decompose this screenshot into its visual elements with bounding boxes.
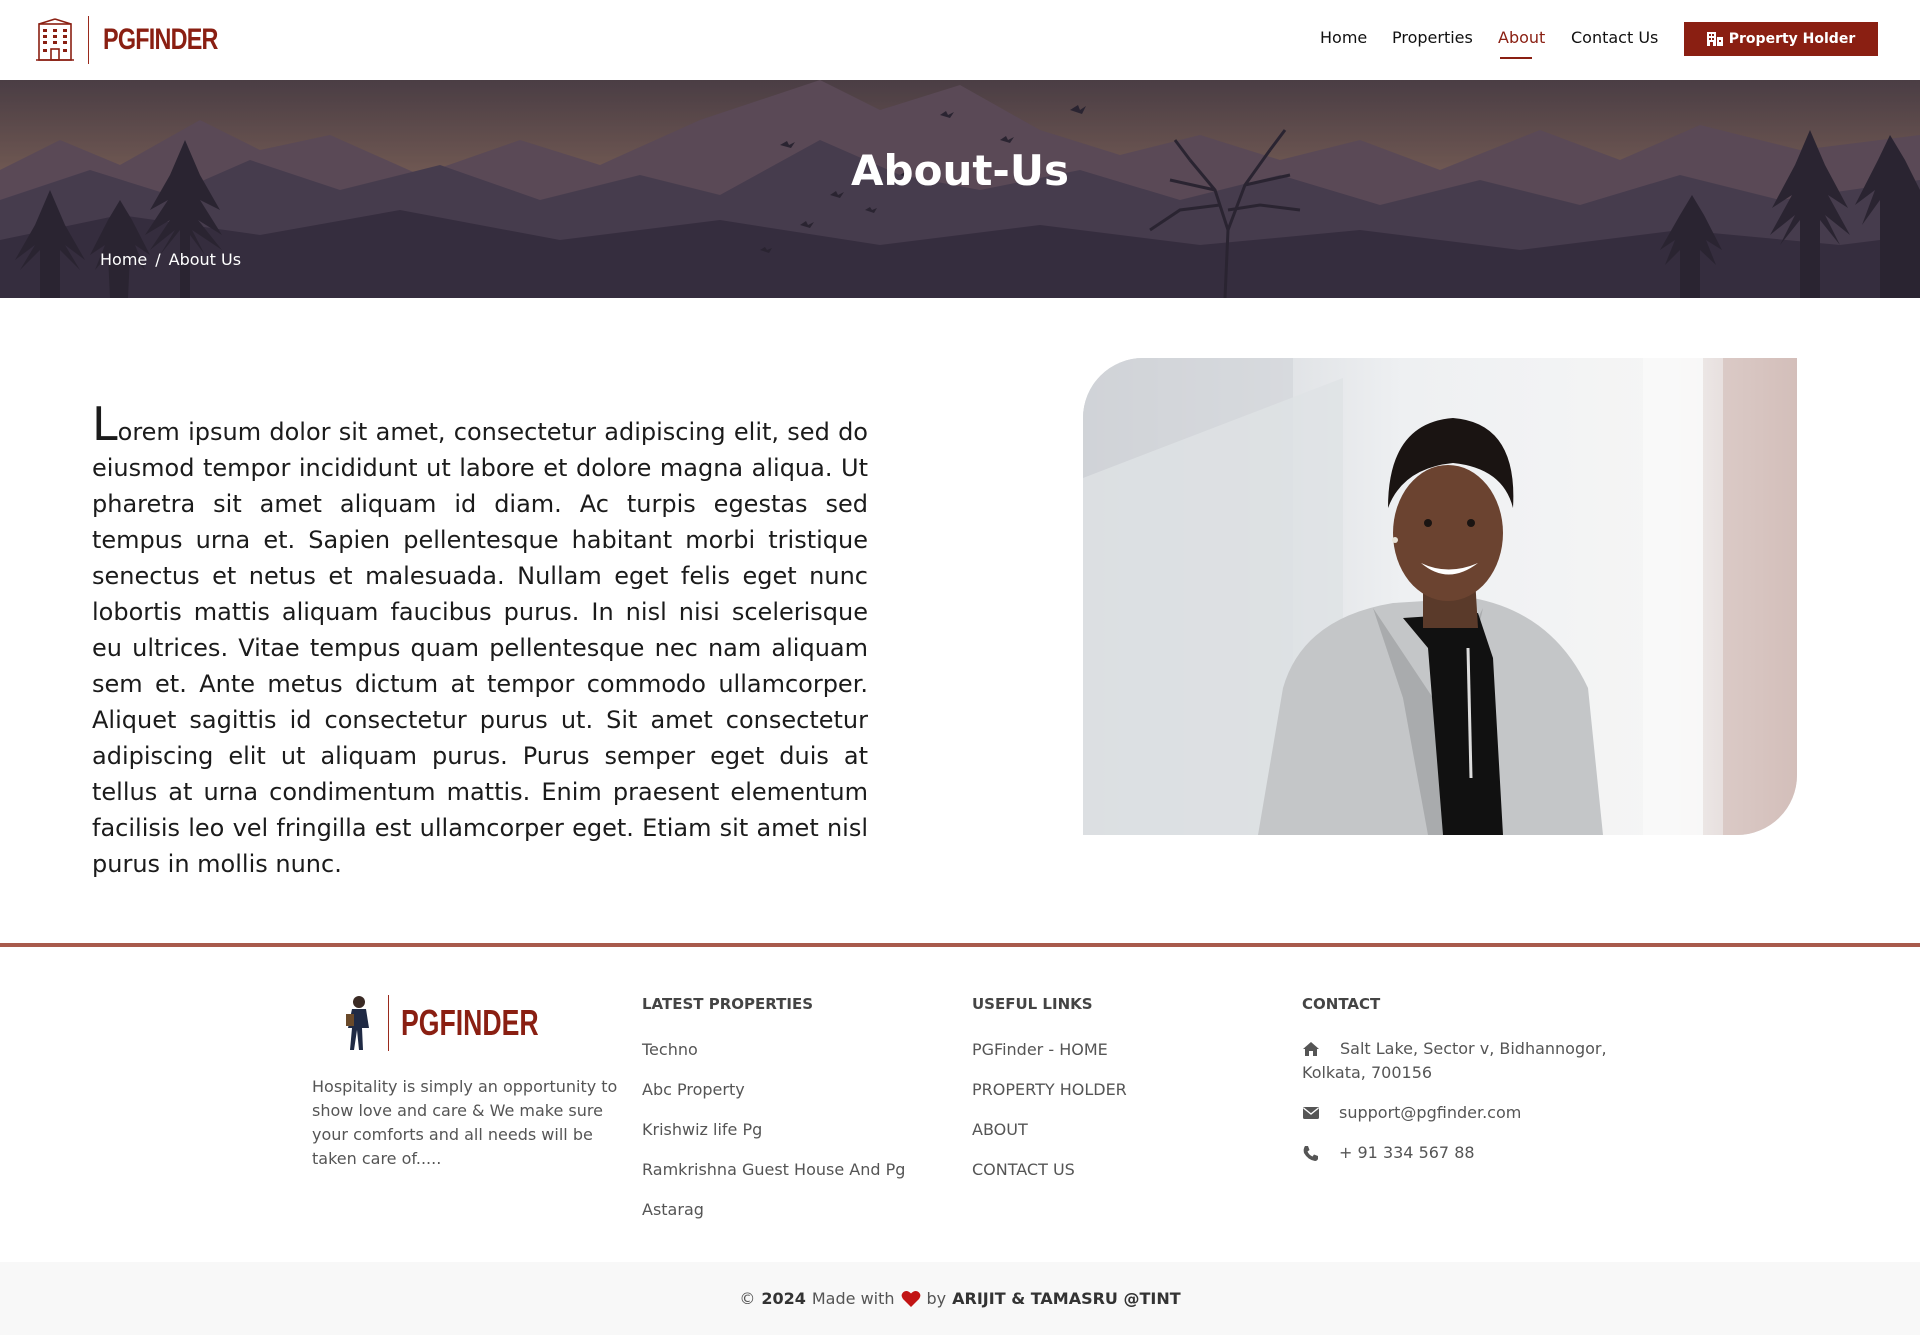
page-hero-banner: About-Us Home / About Us (0, 80, 1920, 298)
site-footer (0, 947, 1920, 1261)
heart-icon (901, 1290, 920, 1307)
about-portrait-image (1083, 358, 1797, 835)
nav-active-indicator (1500, 57, 1532, 59)
copyright-bar: © 2024 Made with by ARIJIT & TAMASRU @TI… (0, 1262, 1920, 1335)
footer-about-text: Hospitality is simply an opportunity to … (312, 1077, 618, 1168)
about-paragraph: Lorem ipsum dolor sit amet, consectetur … (92, 401, 868, 882)
contact-phone[interactable]: + 91 334 567 88 (1339, 1141, 1475, 1165)
page-title: About-Us (851, 146, 1069, 195)
footer-logo-divider (388, 995, 389, 1051)
property-holder-label: Property Holder (1728, 31, 1856, 47)
property-holder-button[interactable]: Property Holder (1684, 22, 1878, 56)
phone-icon (1303, 1146, 1318, 1161)
footer-brand-logo[interactable]: PGFINDER (342, 995, 587, 1051)
breadcrumb: Home / About Us (100, 250, 241, 269)
brand-name: PGFINDER (103, 23, 218, 56)
contact-address: Salt Lake, Sector v, Bidhannogor, Kolkat… (1302, 1037, 1632, 1085)
made-with-text: Made with (811, 1289, 895, 1308)
footer-brand-name: PGFINDER (401, 1002, 539, 1043)
address-line-1: Salt Lake, Sector v, Bidhannogor, (1340, 1039, 1607, 1058)
building-icon (1706, 32, 1723, 46)
breadcrumb-separator: / (155, 250, 161, 269)
about-body-text: orem ipsum dolor sit amet, consectetur a… (92, 418, 868, 878)
useful-link-contact[interactable]: CONTACT US (972, 1160, 1075, 1179)
envelope-icon (1303, 1107, 1319, 1119)
nav-contact[interactable]: Contact Us (1571, 28, 1658, 47)
latest-property-link[interactable]: Krishwiz life Pg (642, 1120, 762, 1139)
useful-link-about[interactable]: ABOUT (972, 1120, 1028, 1139)
useful-link-property-holder[interactable]: PROPERTY HOLDER (972, 1080, 1127, 1099)
dropcap-letter: L (92, 397, 118, 451)
breadcrumb-current: About Us (168, 250, 242, 269)
building-logo-icon (36, 18, 74, 61)
person-mascot-icon (346, 996, 369, 1050)
useful-links-heading: USEFUL LINKS (972, 995, 1093, 1013)
by-text: by (926, 1289, 947, 1308)
latest-property-link[interactable]: Techno (642, 1040, 698, 1059)
logo-divider (88, 16, 89, 64)
latest-property-link[interactable]: Abc Property (642, 1080, 745, 1099)
breadcrumb-home[interactable]: Home (100, 250, 147, 269)
brand-logo[interactable]: PGFINDER (36, 16, 250, 64)
contact-email[interactable]: support@pgfinder.com (1339, 1101, 1521, 1125)
top-navbar: PGFINDER Home Properties About Contact U… (0, 0, 1920, 80)
nav-home[interactable]: Home (1320, 28, 1367, 47)
copyright-year: 2024 (761, 1289, 806, 1308)
copyright-authors: ARIJIT & TAMASRU @TINT (952, 1289, 1181, 1308)
latest-property-link[interactable]: Ramkrishna Guest House And Pg (642, 1160, 905, 1179)
address-line-2: Kolkata, 700156 (1302, 1063, 1433, 1082)
useful-link-home[interactable]: PGFinder - HOME (972, 1040, 1108, 1059)
nav-about[interactable]: About (1498, 28, 1545, 47)
nav-properties[interactable]: Properties (1392, 28, 1473, 47)
latest-properties-heading: LATEST PROPERTIES (642, 995, 814, 1013)
copyright-symbol: © (739, 1289, 756, 1308)
latest-property-link[interactable]: Astarag (642, 1200, 704, 1219)
contact-heading: CONTACT (1302, 995, 1381, 1013)
portrait-illustration (1083, 358, 1797, 835)
